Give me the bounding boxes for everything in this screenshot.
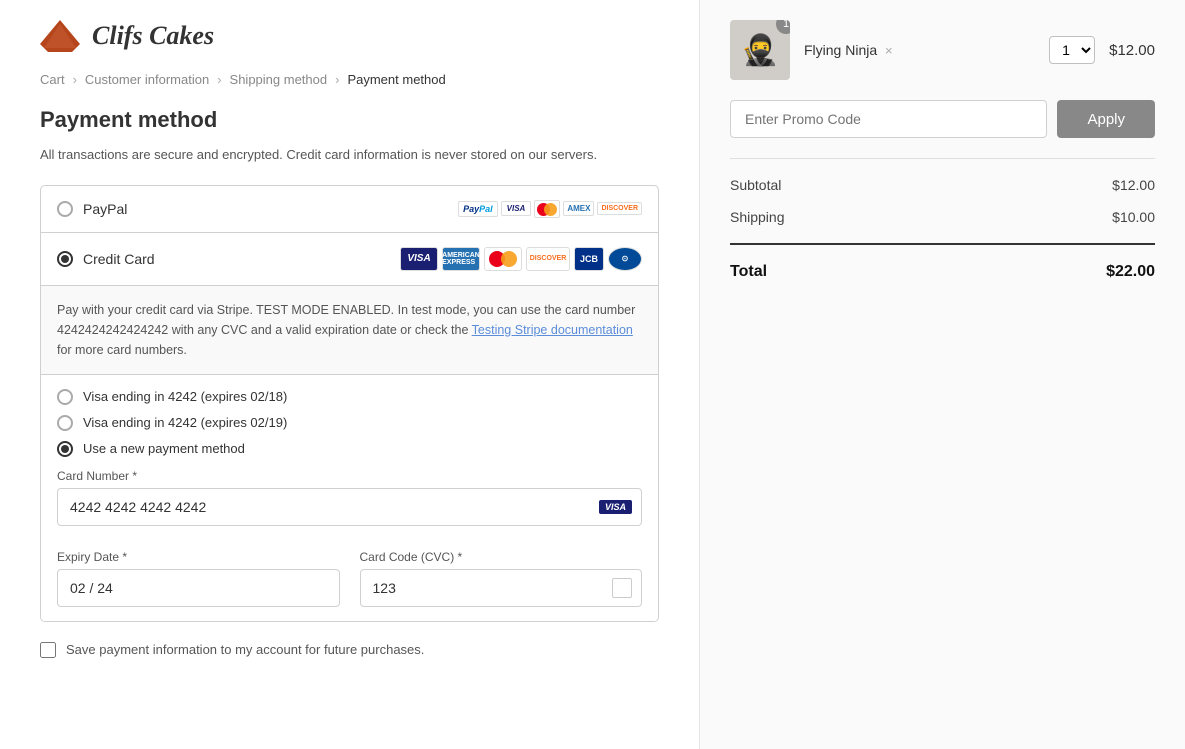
qty-select[interactable]: 1 2 3 [1049,36,1095,64]
saved-card-1-label: Visa ending in 4242 (expires 02/18) [83,389,287,404]
stripe-docs-link[interactable]: Testing Stripe documentation [472,323,633,337]
product-info: Flying Ninja × [804,42,1035,58]
credit-card-label: Credit Card [83,251,155,267]
credit-card-radio[interactable] [57,251,73,267]
logo-icon [40,20,80,52]
security-text: All transactions are secure and encrypte… [40,145,659,165]
saved-card-1-radio[interactable] [57,389,73,405]
cvc-input[interactable] [360,569,643,607]
paypal-radio[interactable] [57,201,73,217]
new-payment-label: Use a new payment method [83,441,245,456]
discover-small-badge: DISCOVER [597,202,642,215]
expiry-group: Expiry Date * [57,538,340,607]
shipping-row: Shipping $10.00 [730,201,1155,233]
summary-divider-2 [730,243,1155,245]
card-form: Card Number * VISA Expiry Date * Card Co… [57,469,642,607]
paypal-icons: PayPal VISA AMEX DISCOVER [458,200,642,218]
save-payment-row: Save payment information to my account f… [40,642,659,658]
order-summary: 🥷 1 Flying Ninja × 1 2 3 $12.00 Apply [700,0,1185,749]
product-price: $12.00 [1109,42,1155,59]
promo-row: Apply [730,100,1155,138]
page-title: Payment method [40,107,659,133]
cvc-label: Card Code (CVC) * [360,550,643,564]
expiry-input[interactable] [57,569,340,607]
saved-card-2-option[interactable]: Visa ending in 4242 (expires 02/19) [57,415,642,431]
mastercard-badge [484,247,522,271]
discover-badge: DISCOVER [526,247,570,271]
product-qty-selector[interactable]: 1 2 3 [1049,36,1095,64]
breadcrumb-payment: Payment method [347,72,445,87]
payment-options-box: PayPal PayPal VISA AMEX DISCOVER [40,185,659,622]
cvc-group: Card Code (CVC) * [360,538,643,607]
new-payment-option[interactable]: Use a new payment method [57,441,642,457]
expiry-cvc-row: Expiry Date * Card Code (CVC) * [57,538,642,607]
breadcrumb-sep-1: › [73,72,77,87]
paypal-row[interactable]: PayPal PayPal VISA AMEX DISCOVER [41,186,658,233]
visa-small-badge: VISA [501,201,532,216]
saved-card-2-label: Visa ending in 4242 (expires 02/19) [83,415,287,430]
breadcrumb-cart[interactable]: Cart [40,72,65,87]
breadcrumb-sep-2: › [217,72,221,87]
shipping-value: $10.00 [1112,209,1155,225]
breadcrumb-sep-3: › [335,72,339,87]
product-thumbnail: 🥷 1 [730,20,790,80]
visa-badge: VISA [400,247,438,271]
total-label: Total [730,263,767,281]
breadcrumb-shipping[interactable]: Shipping method [230,72,328,87]
save-payment-checkbox[interactable] [40,642,56,658]
subtotal-value: $12.00 [1112,177,1155,193]
paypal-logo-badge: PayPal [458,201,498,217]
card-number-wrapper: VISA [57,488,642,526]
diners-badge: ⊙ [608,247,642,271]
expiry-label: Expiry Date * [57,550,340,564]
amex-small-badge: AMEX [563,201,594,216]
saved-card-1-option[interactable]: Visa ending in 4242 (expires 02/18) [57,389,642,405]
product-name: Flying Ninja [804,42,877,58]
new-payment-radio[interactable] [57,441,73,457]
card-number-label: Card Number * [57,469,642,483]
breadcrumb: Cart › Customer information › Shipping m… [40,72,659,87]
subtotal-label: Subtotal [730,177,781,193]
total-row: Total $22.00 [730,255,1155,289]
card-visa-badge: VISA [599,500,632,514]
shipping-label: Shipping [730,209,785,225]
credit-card-icons: VISA AMERICANEXPRESS DISCOVER JCB ⊙ [400,247,642,271]
mastercard-small-badge [534,200,560,218]
summary-divider-1 [730,158,1155,159]
test-mode-info: Pay with your credit card via Stripe. TE… [41,286,658,375]
card-number-input[interactable] [57,488,642,526]
amex-badge: AMERICANEXPRESS [442,247,480,271]
breadcrumb-customer[interactable]: Customer information [85,72,209,87]
jcb-badge: JCB [574,247,604,271]
total-value: $22.00 [1106,263,1155,281]
apply-button[interactable]: Apply [1057,100,1155,138]
save-payment-label: Save payment information to my account f… [66,642,424,657]
paypal-label: PayPal [83,201,127,217]
cvc-icon [612,578,632,598]
product-remove-btn[interactable]: × [885,43,893,58]
subtotal-row: Subtotal $12.00 [730,169,1155,201]
credit-card-row[interactable]: Credit Card VISA AMERICANEXPRESS DISCOVE… [41,233,658,286]
promo-input[interactable] [730,100,1047,138]
order-item: 🥷 1 Flying Ninja × 1 2 3 $12.00 [730,20,1155,80]
saved-card-2-radio[interactable] [57,415,73,431]
payment-inner: Visa ending in 4242 (expires 02/18) Visa… [41,375,658,621]
logo-text: Clifs Cakes [92,21,214,51]
